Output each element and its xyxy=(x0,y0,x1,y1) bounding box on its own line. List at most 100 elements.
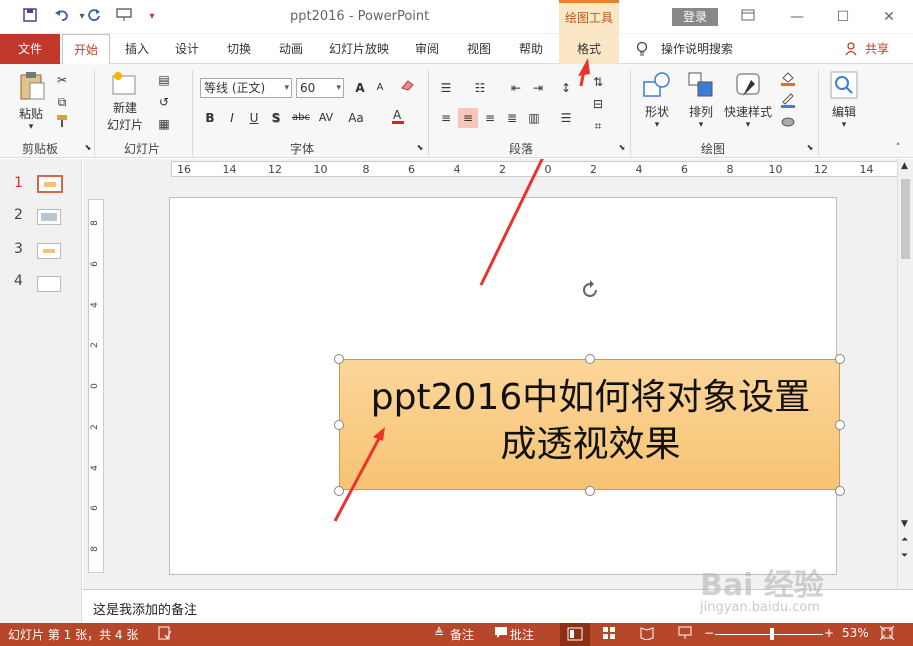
minimize-icon[interactable]: — xyxy=(786,6,808,28)
slide-sorter-icon[interactable] xyxy=(602,626,616,643)
zoom-slider-thumb[interactable] xyxy=(770,628,775,640)
dialog-launcher-icon[interactable]: ⬊ xyxy=(612,138,632,158)
columns-icon[interactable]: ☰ xyxy=(556,108,576,128)
notes-button[interactable]: 备注 xyxy=(450,626,474,643)
comments-button[interactable]: 批注 xyxy=(510,626,534,643)
distribute-icon[interactable]: ▥ xyxy=(524,108,544,128)
tab-review[interactable]: 审阅 xyxy=(406,34,448,64)
dialog-launcher-icon[interactable]: ⬊ xyxy=(410,138,430,158)
close-icon[interactable]: ✕ xyxy=(878,6,900,28)
arrange-button[interactable]: 排列 ▾ xyxy=(682,70,720,130)
italic-button[interactable]: I xyxy=(222,108,242,128)
char-spacing-button[interactable]: AV xyxy=(314,108,338,128)
scroll-up-icon[interactable]: ▲ xyxy=(901,161,908,171)
dialog-launcher-icon[interactable]: ⬊ xyxy=(800,138,820,158)
bullets-icon[interactable]: ☰ xyxy=(436,78,456,98)
notes-icon[interactable]: ≜ xyxy=(434,626,444,640)
person-icon[interactable] xyxy=(842,34,860,64)
smartart-icon[interactable]: ⌗ xyxy=(588,116,608,136)
shape-outline-icon[interactable] xyxy=(778,92,798,112)
previous-slide-icon[interactable]: ⏶ xyxy=(901,535,908,545)
tab-animations[interactable]: 动画 xyxy=(270,34,312,64)
redo-icon[interactable] xyxy=(84,7,104,27)
align-right-icon[interactable]: ≡ xyxy=(480,108,500,128)
clear-format-icon[interactable] xyxy=(398,78,418,98)
decrease-indent-icon[interactable]: ⇤ xyxy=(506,78,526,98)
customize-icon[interactable]: ▾ xyxy=(142,7,162,27)
underline-button[interactable]: U xyxy=(244,108,264,128)
tab-transitions[interactable]: 切换 xyxy=(218,34,260,64)
increase-indent-icon[interactable]: ⇥ xyxy=(528,78,548,98)
clipboard-icon xyxy=(20,72,45,100)
slide-thumbnail[interactable] xyxy=(37,209,61,225)
normal-view-icon[interactable] xyxy=(560,623,590,646)
scroll-down-icon[interactable]: ▼ xyxy=(901,519,908,529)
font-name-select[interactable]: 等线 (正文) ▾ xyxy=(200,78,292,98)
justify-icon[interactable]: ≣ xyxy=(502,108,522,128)
fit-slide-icon[interactable] xyxy=(879,625,895,643)
section-icon[interactable]: ▦ xyxy=(154,114,174,134)
bold-button[interactable]: B xyxy=(200,108,220,128)
align-text-icon[interactable]: ⊟ xyxy=(588,94,608,114)
tab-help[interactable]: 帮助 xyxy=(510,34,552,64)
window-title: ppt2016 - PowerPoint xyxy=(290,9,430,24)
collapse-ribbon-icon[interactable]: ˄ xyxy=(888,138,908,158)
font-color-icon[interactable]: A xyxy=(388,108,408,128)
new-slide-button[interactable]: 新建 幻灯片 xyxy=(102,70,148,133)
maximize-icon[interactable]: ☐ xyxy=(832,6,854,28)
slide-number: 2 xyxy=(14,207,23,223)
tell-me-search[interactable]: 操作说明搜索 xyxy=(656,34,738,64)
undo-icon[interactable] xyxy=(52,7,72,27)
font-size-select[interactable]: 60 ▾ xyxy=(296,78,344,98)
comment-icon[interactable] xyxy=(494,626,508,642)
paste-button[interactable]: 粘贴 ▾ xyxy=(14,70,48,132)
zoom-level[interactable]: 53% xyxy=(842,626,869,640)
zoom-in-icon[interactable]: + xyxy=(824,626,834,640)
tab-insert[interactable]: 插入 xyxy=(116,34,158,64)
copy-icon[interactable]: ⧉ xyxy=(52,92,72,112)
tab-home[interactable]: 开始 xyxy=(62,34,110,65)
cut-icon[interactable]: ✂ xyxy=(52,70,72,90)
editing-button[interactable]: 编辑 ▾ xyxy=(826,70,862,130)
numbering-icon[interactable]: ☷ xyxy=(470,78,490,98)
notes-text[interactable]: 这是我添加的备注 xyxy=(93,599,197,618)
format-painter-icon[interactable] xyxy=(52,114,72,134)
shape-effects-icon[interactable] xyxy=(778,114,798,134)
reset-icon[interactable]: ↺ xyxy=(154,92,174,112)
login-button[interactable]: 登录 xyxy=(672,8,718,26)
dialog-launcher-icon[interactable]: ⬊ xyxy=(78,138,98,158)
scroll-thumb[interactable] xyxy=(901,179,910,259)
vertical-scrollbar[interactable]: ▲ ▼ ⏶ ⏷ xyxy=(897,159,913,589)
tab-view[interactable]: 视图 xyxy=(458,34,500,64)
save-icon[interactable] xyxy=(20,7,40,27)
change-case-button[interactable]: Aa xyxy=(344,108,368,128)
reading-view-icon[interactable] xyxy=(640,626,654,643)
tab-file[interactable]: 文件 xyxy=(0,34,60,64)
present-icon[interactable] xyxy=(114,7,134,27)
ribbon-display-icon[interactable] xyxy=(737,6,759,28)
zoom-out-icon[interactable]: − xyxy=(704,626,714,640)
tab-design[interactable]: 设计 xyxy=(166,34,208,64)
zoom-slider[interactable] xyxy=(715,634,823,635)
slideshow-icon[interactable] xyxy=(678,626,692,643)
shrink-font-button[interactable]: A xyxy=(370,78,390,98)
quick-styles-button[interactable]: 快速样式 ▾ xyxy=(722,70,774,130)
slide-thumbnail[interactable] xyxy=(37,175,63,193)
slide-thumbnail[interactable] xyxy=(37,276,61,292)
shapes-button[interactable]: 形状 ▾ xyxy=(638,70,676,130)
align-center-icon[interactable]: ≡ xyxy=(458,108,478,128)
slide-thumbnail[interactable] xyxy=(37,243,61,259)
shadow-button[interactable]: S xyxy=(266,108,286,128)
spellcheck-icon[interactable] xyxy=(158,626,172,643)
lightbulb-icon[interactable] xyxy=(632,34,652,64)
shape-fill-icon[interactable] xyxy=(778,70,798,90)
next-slide-icon[interactable]: ⏷ xyxy=(901,551,908,561)
tab-slideshow[interactable]: 幻灯片放映 xyxy=(322,34,396,64)
ribbon-separator xyxy=(94,70,95,156)
layout-icon[interactable]: ▤ xyxy=(154,70,174,90)
strikethrough-button[interactable]: abc xyxy=(288,108,314,128)
grow-font-button[interactable]: A xyxy=(350,78,370,98)
chevron-down-icon: ▾ xyxy=(841,120,847,130)
align-left-icon[interactable]: ≡ xyxy=(436,108,456,128)
share-button[interactable]: 共享 xyxy=(862,34,892,64)
